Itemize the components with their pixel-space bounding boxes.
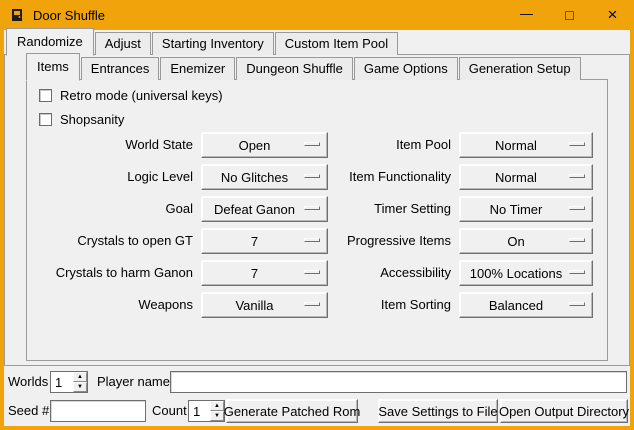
- app-window: Door Shuffle — □ × Randomize Adjust Star…: [0, 0, 634, 430]
- progressive-items-dropdown[interactable]: On: [459, 228, 593, 254]
- window-content: Randomize Adjust Starting Inventory Cust…: [4, 30, 630, 426]
- retro-mode-checkbox[interactable]: Retro mode (universal keys): [39, 87, 223, 103]
- generate-patched-rom-button[interactable]: Generate Patched Rom: [226, 399, 358, 423]
- dropdown-value: Vanilla: [202, 298, 307, 313]
- player-names-label: Player names: [97, 371, 176, 393]
- tab-dungeon-shuffle[interactable]: Dungeon Shuffle: [236, 57, 353, 80]
- item-functionality-dropdown[interactable]: Normal: [459, 164, 593, 190]
- window-controls: — □ ×: [505, 0, 634, 30]
- dropdown-value: On: [460, 234, 572, 249]
- tab-adjust[interactable]: Adjust: [95, 32, 151, 55]
- accessibility-dropdown[interactable]: 100% Locations: [459, 260, 593, 286]
- dropdown-value: No Timer: [460, 202, 572, 217]
- item-pool-label: Item Pool: [311, 132, 451, 158]
- dropdown-indicator-icon: [569, 206, 585, 210]
- logic-level-dropdown[interactable]: No Glitches: [201, 164, 328, 190]
- tab-generation-setup[interactable]: Generation Setup: [459, 57, 581, 80]
- goal-dropdown[interactable]: Defeat Ganon: [201, 196, 328, 222]
- dropdown-value: Defeat Ganon: [202, 202, 307, 217]
- timer-setting-label: Timer Setting: [311, 196, 451, 222]
- checkbox-label: Retro mode (universal keys): [60, 88, 223, 103]
- worlds-input[interactable]: [51, 372, 73, 392]
- count-label: Count: [152, 399, 187, 423]
- spin-down-icon[interactable]: ▼: [210, 411, 224, 421]
- shopsanity-checkbox[interactable]: Shopsanity: [39, 111, 124, 127]
- count-input[interactable]: [189, 401, 210, 421]
- item-sorting-dropdown[interactable]: Balanced: [459, 292, 593, 318]
- weapons-dropdown[interactable]: Vanilla: [201, 292, 328, 318]
- goal-label: Goal: [27, 196, 193, 222]
- maximize-button[interactable]: □: [548, 0, 591, 30]
- item-functionality-label: Item Functionality: [311, 164, 451, 190]
- outer-tab-bar: Randomize Adjust Starting Inventory Cust…: [6, 32, 399, 55]
- dropdown-indicator-icon: [569, 238, 585, 242]
- close-button[interactable]: ×: [591, 0, 634, 30]
- spin-down-icon[interactable]: ▼: [73, 382, 87, 392]
- tab-randomize[interactable]: Randomize: [6, 28, 94, 56]
- dropdown-value: 7: [202, 266, 307, 281]
- crystals-gt-label: Crystals to open GT: [27, 228, 193, 254]
- dropdown-indicator-icon: [569, 270, 585, 274]
- save-settings-button[interactable]: Save Settings to File: [378, 399, 498, 423]
- timer-setting-dropdown[interactable]: No Timer: [459, 196, 593, 222]
- spin-buttons: ▲ ▼: [210, 401, 224, 421]
- weapons-label: Weapons: [27, 292, 193, 318]
- items-tab-pane: Retro mode (universal keys) Shopsanity W…: [26, 79, 608, 361]
- tab-enemizer[interactable]: Enemizer: [160, 57, 235, 80]
- seed-label: Seed #: [8, 399, 49, 423]
- accessibility-label: Accessibility: [311, 260, 451, 286]
- item-pool-dropdown[interactable]: Normal: [459, 132, 593, 158]
- crystals-ganon-dropdown[interactable]: 7: [201, 260, 328, 286]
- tab-custom-item-pool[interactable]: Custom Item Pool: [275, 32, 398, 55]
- minimize-icon: —: [520, 6, 533, 21]
- tab-items[interactable]: Items: [26, 53, 80, 81]
- checkbox-box-icon[interactable]: [39, 89, 52, 102]
- titlebar: Door Shuffle — □ ×: [0, 0, 634, 30]
- dropdown-value: No Glitches: [202, 170, 307, 185]
- inner-tab-bar: Items Entrances Enemizer Dungeon Shuffle…: [26, 57, 582, 80]
- dropdown-value: Normal: [460, 138, 572, 153]
- window-title: Door Shuffle: [33, 8, 105, 23]
- world-state-dropdown[interactable]: Open: [201, 132, 328, 158]
- dropdown-indicator-icon: [569, 142, 585, 146]
- dropdown-value: Balanced: [460, 298, 572, 313]
- crystals-gt-dropdown[interactable]: 7: [201, 228, 328, 254]
- dropdown-indicator-icon: [569, 302, 585, 306]
- minimize-button[interactable]: —: [505, 0, 548, 30]
- dropdown-value: Open: [202, 138, 307, 153]
- dropdown-value: 7: [202, 234, 307, 249]
- worlds-label: Worlds: [8, 371, 48, 393]
- item-sorting-label: Item Sorting: [311, 292, 451, 318]
- app-icon: [9, 7, 25, 23]
- dropdown-value: 100% Locations: [460, 266, 572, 281]
- worlds-spinbox[interactable]: ▲ ▼: [50, 371, 88, 393]
- progressive-items-label: Progressive Items: [311, 228, 451, 254]
- logic-level-label: Logic Level: [27, 164, 193, 190]
- crystals-ganon-label: Crystals to harm Ganon: [27, 260, 193, 286]
- spin-buttons: ▲ ▼: [73, 372, 87, 392]
- open-output-directory-button[interactable]: Open Output Directory: [500, 399, 628, 423]
- spin-up-icon[interactable]: ▲: [210, 401, 224, 411]
- dropdown-value: Normal: [460, 170, 572, 185]
- checkbox-box-icon[interactable]: [39, 113, 52, 126]
- tab-starting-inventory[interactable]: Starting Inventory: [152, 32, 274, 55]
- checkbox-label: Shopsanity: [60, 112, 124, 127]
- dropdown-indicator-icon: [569, 174, 585, 178]
- maximize-icon: □: [565, 7, 573, 23]
- tab-game-options[interactable]: Game Options: [354, 57, 458, 80]
- close-icon: ×: [608, 5, 618, 25]
- count-spinbox[interactable]: ▲ ▼: [188, 400, 225, 422]
- spin-up-icon[interactable]: ▲: [73, 372, 87, 382]
- player-names-input[interactable]: [170, 371, 627, 393]
- world-state-label: World State: [27, 132, 193, 158]
- seed-input[interactable]: [50, 400, 146, 422]
- tab-entrances[interactable]: Entrances: [81, 57, 160, 80]
